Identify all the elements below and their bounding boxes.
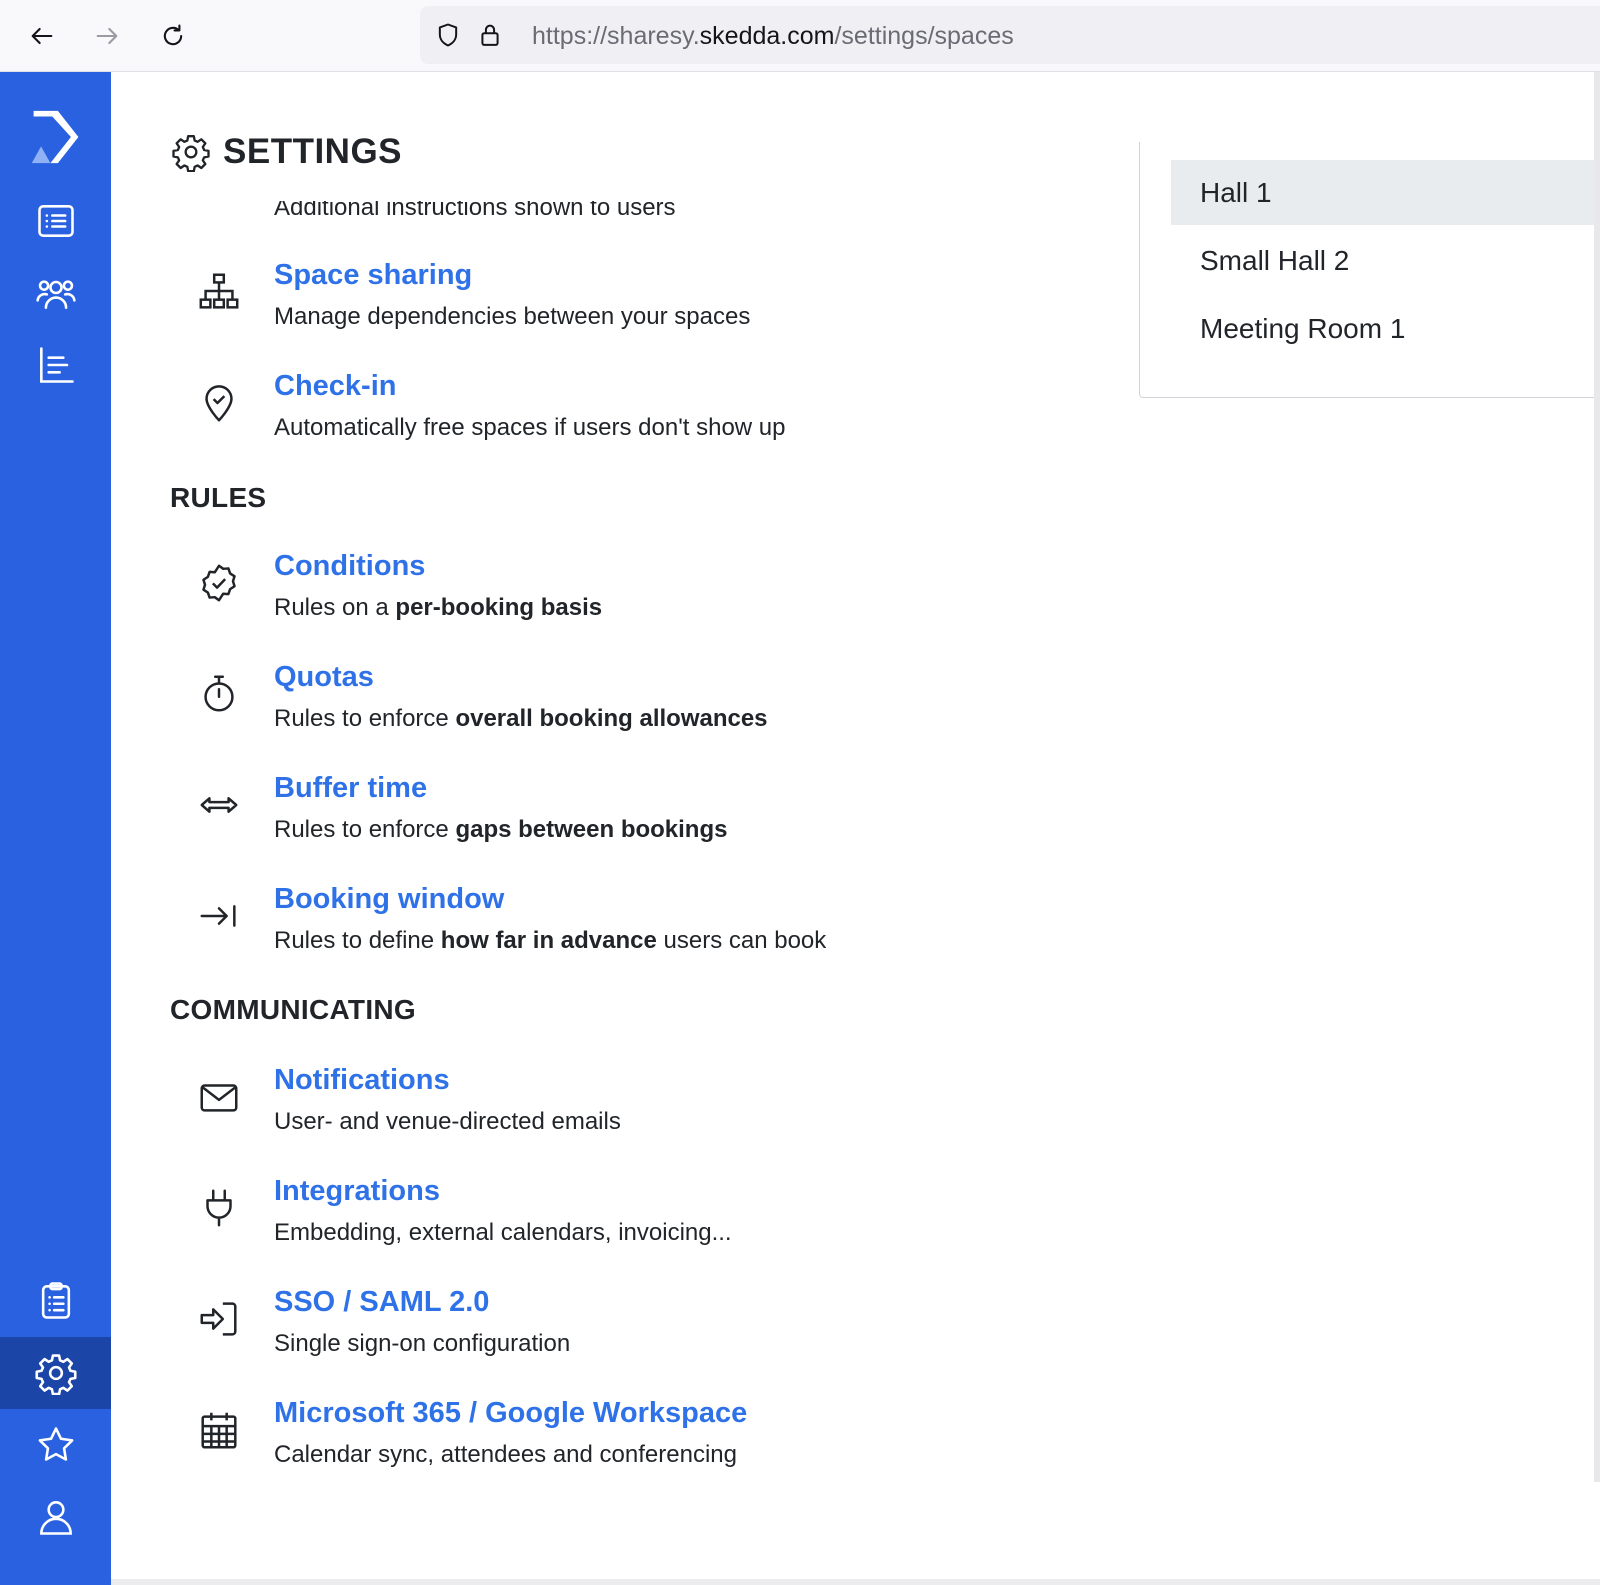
app-sidebar — [0, 72, 111, 1585]
dropdown-option-meeting-room-1[interactable]: Meeting Room 1 — [1171, 296, 1600, 361]
section-heading-communicating: COMMUNICATING — [170, 994, 417, 1025]
dropdown-option-small-hall-2[interactable]: Small Hall 2 — [1171, 228, 1600, 293]
reload-button[interactable] — [155, 18, 191, 54]
settings-item-sso[interactable]: SSO / SAML 2.0 Single sign-on configurat… — [196, 1286, 996, 1386]
stopwatch-icon — [196, 671, 242, 717]
item-title[interactable]: Booking window — [274, 883, 504, 916]
item-description: Automatically free spaces if users don't… — [274, 414, 786, 441]
location-pin-icon — [196, 380, 242, 426]
arrow-left-icon — [31, 27, 53, 45]
url-prefix: https://sharesy. — [532, 22, 700, 50]
plug-icon — [196, 1185, 242, 1231]
item-title[interactable]: Conditions — [274, 550, 425, 583]
settings-item-microsoft-google[interactable]: Microsoft 365 / Google Workspace Calenda… — [196, 1397, 996, 1497]
skedda-logo — [31, 110, 78, 164]
arrow-to-line-icon — [196, 893, 242, 939]
desc-text: Rules to enforce — [274, 816, 456, 843]
desc-bold: gaps between bookings — [455, 816, 728, 843]
settings-item-buffer-time[interactable]: Buffer time Rules to enforce gaps betwee… — [196, 772, 996, 872]
clipboard-icon — [41, 1282, 70, 1319]
item-description: Embedding, external calendars, invoicing… — [274, 1219, 732, 1246]
envelope-icon — [196, 1074, 242, 1120]
sidebar-item-users[interactable] — [0, 257, 111, 329]
item-title[interactable]: Check-in — [274, 370, 396, 403]
desc-text-end: users can book — [656, 927, 827, 954]
settings-item-notifications[interactable]: Notifications User- and venue-directed e… — [196, 1064, 996, 1164]
arrows-horizontal-icon — [196, 782, 242, 828]
settings-item-space-sharing[interactable]: Space sharing Manage dependencies betwee… — [196, 259, 996, 359]
page-bottom-edge — [111, 1579, 1600, 1585]
item-description: Rules on a per-booking basis — [274, 594, 602, 622]
settings-item-quotas[interactable]: Quotas Rules to enforce overall booking … — [196, 661, 996, 761]
gear-icon — [34, 1354, 77, 1395]
desc-text: Rules to enforce — [274, 705, 456, 732]
settings-item-conditions[interactable]: Conditions Rules on a per-booking basis — [196, 550, 996, 650]
sign-in-icon — [196, 1296, 242, 1342]
url-text[interactable]: https://sharesy.skedda.com/settings/spac… — [532, 22, 1014, 51]
item-description: Rules to define how far in advance users… — [274, 927, 826, 955]
section-heading-rules: RULES — [170, 482, 267, 513]
url-domain: skedda.com — [699, 22, 835, 50]
scrollbar[interactable] — [1594, 72, 1600, 1482]
sidebar-logo[interactable] — [0, 92, 111, 182]
sidebar-item-profile[interactable] — [0, 1481, 111, 1553]
item-description: Manage dependencies between your spaces — [274, 303, 751, 330]
forward-button[interactable] — [89, 18, 125, 54]
url-path: /settings/spaces — [834, 22, 1014, 50]
lock-icon[interactable] — [476, 21, 504, 49]
reload-icon — [163, 24, 183, 46]
space-dropdown-menu: Hall 1 Small Hall 2 Meeting Room 1 — [1139, 142, 1600, 398]
shield-icon[interactable] — [434, 21, 462, 49]
item-title[interactable]: Space sharing — [274, 259, 472, 292]
list-icon — [37, 205, 74, 237]
star-icon — [38, 1427, 73, 1461]
chart-icon — [39, 347, 74, 383]
user-icon — [39, 1501, 72, 1535]
item-title[interactable]: Notifications — [274, 1064, 450, 1097]
settings-page: SETTINGS Additional instructions shown t… — [111, 72, 1600, 1585]
settings-item-booking-window[interactable]: Booking window Rules to define how far i… — [196, 883, 996, 983]
browser-toolbar: https://sharesy.skedda.com/settings/spac… — [0, 0, 1600, 72]
settings-item-integrations[interactable]: Integrations Embedding, external calenda… — [196, 1175, 996, 1275]
instructions-description: Additional instructions shown to users — [274, 194, 676, 221]
hierarchy-icon — [196, 269, 242, 315]
badge-check-icon — [196, 560, 242, 606]
back-button[interactable] — [24, 18, 60, 54]
sidebar-item-tasks[interactable] — [0, 1265, 111, 1337]
item-description: Single sign-on configuration — [274, 1330, 571, 1357]
users-icon — [35, 280, 76, 309]
url-bar[interactable]: https://sharesy.skedda.com/settings/spac… — [420, 6, 1600, 64]
gear-icon — [172, 135, 210, 172]
dropdown-option-hall-1[interactable]: Hall 1 — [1171, 160, 1600, 225]
item-title[interactable]: Quotas — [274, 661, 374, 694]
desc-bold: how far in advance — [440, 927, 657, 954]
item-title[interactable]: Microsoft 365 / Google Workspace — [274, 1397, 747, 1430]
item-description: Rules to enforce gaps between bookings — [274, 816, 727, 844]
desc-bold: per-booking basis — [395, 594, 603, 621]
sidebar-item-favorites[interactable] — [0, 1409, 111, 1481]
settings-item-check-in[interactable]: Check-in Automatically free spaces if us… — [196, 370, 996, 470]
sidebar-item-bookings[interactable] — [0, 185, 111, 257]
item-description: Rules to enforce overall booking allowan… — [274, 705, 768, 733]
desc-text: Rules to define — [274, 927, 441, 954]
calendar-icon — [196, 1407, 242, 1453]
desc-bold: overall booking allowances — [455, 705, 768, 732]
item-title[interactable]: Buffer time — [274, 772, 427, 805]
desc-text: Rules on a — [274, 594, 396, 621]
arrow-right-icon — [96, 27, 118, 45]
page-title-text: SETTINGS — [223, 132, 403, 171]
sidebar-item-settings[interactable] — [0, 1337, 111, 1409]
item-title[interactable]: Integrations — [274, 1175, 440, 1208]
page-title: SETTINGS — [171, 132, 402, 172]
item-title[interactable]: SSO / SAML 2.0 — [274, 1286, 489, 1319]
item-description: Calendar sync, attendees and conferencin… — [274, 1441, 737, 1468]
item-description: User- and venue-directed emails — [274, 1108, 621, 1135]
sidebar-item-insights[interactable] — [0, 329, 111, 401]
